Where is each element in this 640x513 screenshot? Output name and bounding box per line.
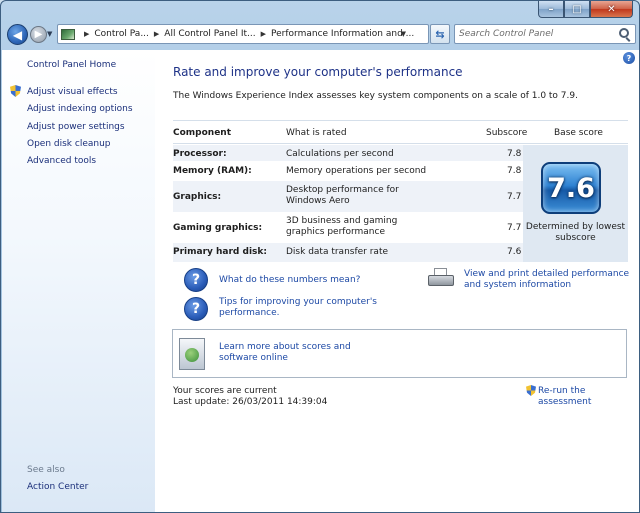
component-name: Processor: [173,149,227,159]
subscore-value: 7.7 [507,223,522,233]
question-mark-icon[interactable]: ? [184,297,208,321]
header-component: Component [173,128,232,138]
uac-shield-icon [10,85,21,97]
sidebar-link-visual-effects[interactable]: Adjust visual effects [27,87,118,97]
minimize-button[interactable]: – [538,1,564,18]
component-name: Graphics: [173,192,222,202]
rerun-assessment-link[interactable]: Re-run the assessment [538,386,639,408]
maximize-button[interactable]: □ [564,1,590,18]
printer-icon [428,268,454,288]
sidebar-link-power[interactable]: Adjust power settings [27,122,125,132]
subscore-value: 7.8 [507,166,522,176]
base-score-panel: 7.6 Determined by lowest subscore [523,145,628,262]
scores-status: Your scores are current [173,386,277,396]
table-row: Primary hard disk: Disk data transfer ra… [173,243,523,262]
close-button[interactable]: ✕ [590,1,633,18]
rated-description: Disk data transfer rate [286,247,389,257]
learn-more-link[interactable]: Learn more about scores and software onl… [219,342,389,364]
intro-text: The Windows Experience Index assesses ke… [173,91,578,101]
software-box-icon [179,338,205,370]
header-what-is-rated: What is rated [286,128,347,138]
rated-description: Calculations per second [286,149,394,159]
page-title: Rate and improve your computer's perform… [173,65,463,79]
base-score-badge: 7.6 [541,162,601,214]
sidebar-link-disk-cleanup[interactable]: Open disk cleanup [27,139,111,149]
chevron-right-icon[interactable]: ▶ [154,30,159,38]
chevron-right-icon[interactable]: ▶ [261,30,266,38]
breadcrumb-performance[interactable]: Performance Information and ... [271,29,414,39]
refresh-button[interactable]: ⇆ [430,24,450,44]
component-name: Primary hard disk: [173,247,267,257]
view-print-details-link[interactable]: View and print detailed performance and … [464,269,636,291]
window-frame: – □ ✕ ◀ ▶ ▼ ▶ Control Pa... ▶ All Contro… [0,0,640,513]
rated-description: Memory operations per second [286,166,427,176]
search-box[interactable] [454,24,636,44]
table-row: Graphics: Desktop performance for Window… [173,181,523,212]
control-panel-icon [61,28,75,40]
see-also-label: See also [27,465,65,475]
chevron-down-icon[interactable]: ▼ [401,30,406,38]
table-row: Gaming graphics: 3D business and gaming … [173,213,523,242]
base-score-value: 7.6 [547,172,595,204]
sidebar: Control Panel Home Adjust visual effects… [2,50,155,512]
printer-body [428,275,454,286]
last-update: Last update: 26/03/2011 14:39:04 [173,397,328,407]
address-bar[interactable]: ▶ Control Pa... ▶ All Control Panel It..… [57,24,429,44]
component-name: Memory (RAM): [173,166,252,176]
subscore-value: 7.7 [507,192,522,202]
learn-more-box: Learn more about scores and software onl… [172,329,627,378]
header-subscore: Subscore [486,128,528,138]
main-panel: ? Rate and improve your computer's perfo… [155,50,639,512]
rated-description: Desktop performance for Windows Aero [286,185,399,206]
subscore-value: 7.8 [507,149,522,159]
back-button[interactable]: ◀ [7,24,28,45]
search-icon[interactable] [619,28,629,38]
tips-link[interactable]: Tips for improving your computer's perfo… [219,297,379,319]
question-mark-icon[interactable]: ? [184,268,208,292]
forward-arrow-icon: ▶ [34,29,43,40]
table-row: Processor: Calculations per second 7.8 [173,145,523,161]
uac-shield-icon [526,385,536,396]
history-dropdown-icon[interactable]: ▼ [47,30,52,38]
table-header: Component What is rated Subscore Base sc… [173,120,628,144]
refresh-icon: ⇆ [435,27,445,41]
sidebar-link-advanced-tools[interactable]: Advanced tools [27,156,96,166]
header-base-score: Base score [554,128,603,138]
search-input[interactable] [459,25,609,43]
chevron-right-icon[interactable]: ▶ [84,30,89,38]
sidebar-link-indexing[interactable]: Adjust indexing options [27,104,133,114]
rated-description: 3D business and gaming graphics performa… [286,216,398,237]
breadcrumb-control-panel[interactable]: Control Pa... [94,29,149,39]
sidebar-link-action-center[interactable]: Action Center [27,482,88,492]
component-name: Gaming graphics: [173,223,263,233]
subscore-value: 7.6 [507,247,522,257]
sidebar-link-home[interactable]: Control Panel Home [27,60,116,70]
base-score-caption: Determined by lowest subscore [525,222,626,243]
numbers-meaning-link[interactable]: What do these numbers mean? [219,275,360,286]
breadcrumb-all-items[interactable]: All Control Panel It... [164,29,255,39]
help-icon[interactable]: ? [623,52,635,64]
back-arrow-icon: ◀ [12,27,23,42]
table-row: Memory (RAM): Memory operations per seco… [173,162,523,180]
forward-button[interactable]: ▶ [30,26,47,43]
caption-buttons: – □ ✕ [538,1,633,18]
